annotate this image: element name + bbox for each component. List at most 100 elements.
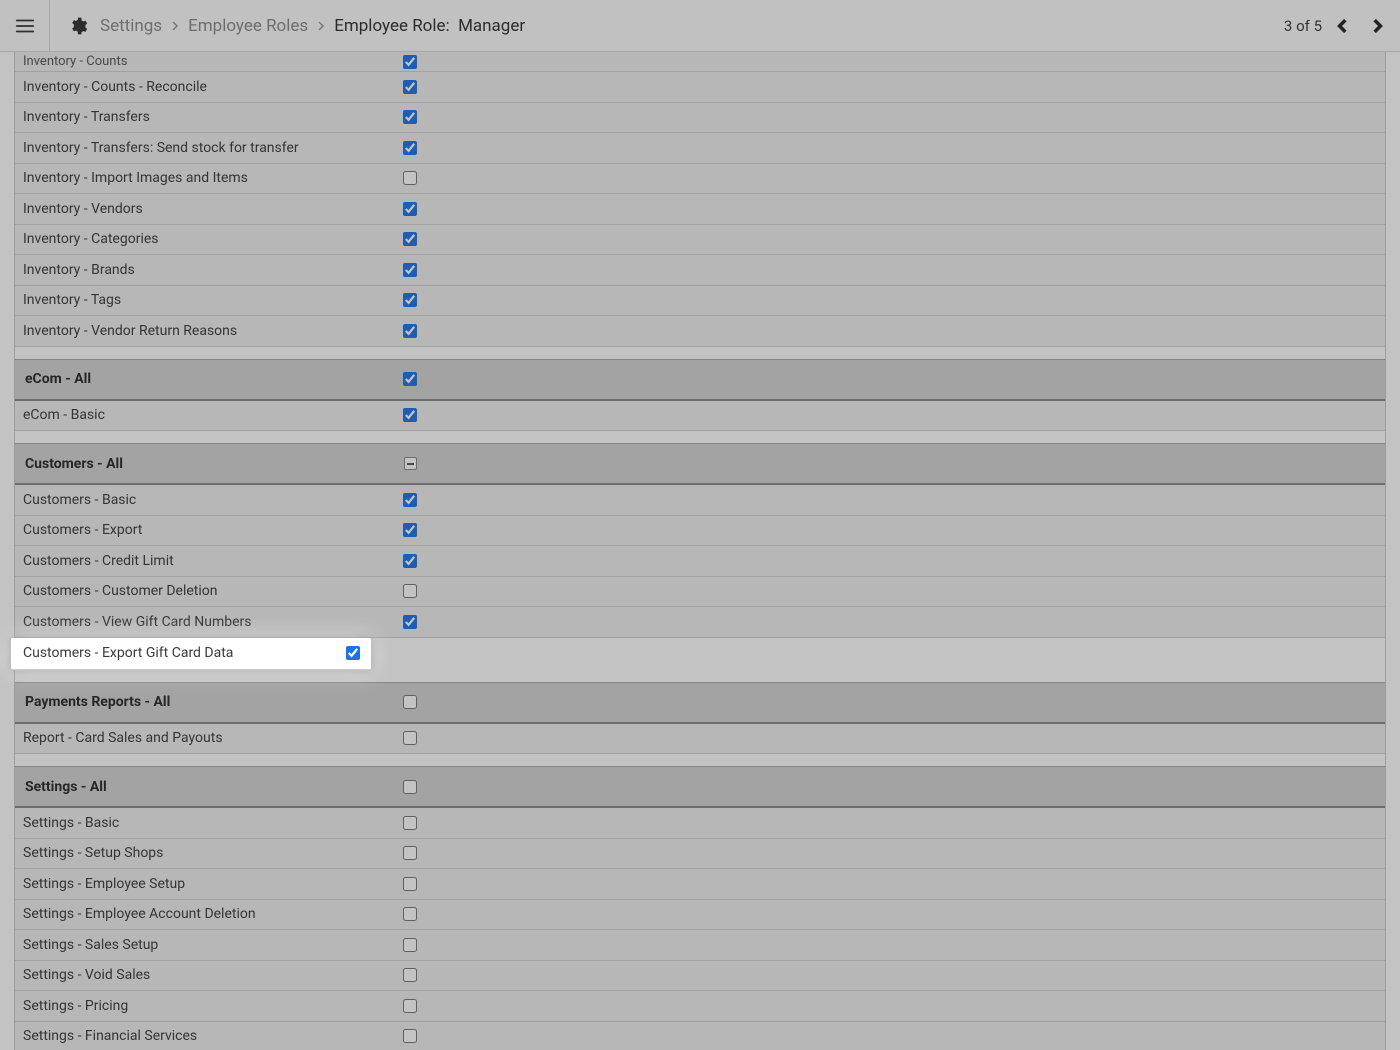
permission-row: Settings - Sales Setup [15,930,1385,961]
permission-row: Inventory - Counts - Reconcile [15,72,1385,103]
permission-row: Settings - Basic [15,808,1385,839]
permission-row: Customers - Credit Limit [15,546,1385,577]
permission-checkbox[interactable] [403,907,417,921]
permission-category-header: Customers - All [15,443,1385,485]
permission-category-header: Payments Reports - All [15,682,1385,724]
permission-category-header: Settings - All [15,766,1385,808]
permission-label: Inventory - Vendor Return Reasons [15,323,335,339]
permission-row: Settings - Pricing [15,991,1385,1022]
permission-row: Customers - View Gift Card Numbers [15,607,1385,638]
permissions-panel: Inventory - Counts Inventory - Counts - R… [0,52,1400,1050]
permission-label: Customers - Basic [15,492,335,508]
permission-label: Settings - Void Sales [15,967,335,983]
hamburger-icon [14,15,36,37]
breadcrumb-roles[interactable]: Employee Roles [188,16,308,36]
permission-row: Inventory - Vendors [15,194,1385,225]
pager-next-button[interactable] [1364,13,1390,39]
permission-label: Customers - View Gift Card Numbers [15,614,335,630]
permission-checkbox[interactable] [403,615,417,629]
permission-row: Inventory - Categories [15,225,1385,256]
permission-row: Customers - Export [15,516,1385,547]
menu-button[interactable] [0,0,50,52]
permission-checkbox[interactable] [403,523,417,537]
breadcrumb-current-value: Manager [458,16,525,36]
permission-checkbox[interactable] [403,999,417,1013]
permission-checkbox[interactable] [403,324,417,338]
permission-checkbox[interactable] [403,141,417,155]
permission-row: Customers - Export Gift Card Data [11,638,371,670]
permission-checkbox[interactable] [403,408,417,422]
permission-category-label: eCom - All [15,371,335,387]
chevron-right-icon [170,16,180,36]
permission-label: Inventory - Categories [15,231,335,247]
permission-checkbox[interactable] [403,554,417,568]
permission-checkbox[interactable] [403,1029,417,1043]
permission-category-label: Customers - All [15,456,335,472]
record-pager: 3 of 5 [1284,13,1390,39]
permission-label: Inventory - Transfers: Send stock for tr… [15,140,335,156]
gear-icon [68,16,88,36]
permission-row: Customers - Basic [15,485,1385,516]
permission-label: Inventory - Brands [15,262,335,278]
permission-checkbox[interactable] [403,584,417,598]
permission-row: Inventory - Import Images and Items [15,164,1385,195]
page-header: Settings Employee Roles Employee Role: M… [0,0,1400,52]
permission-checkbox[interactable] [403,202,417,216]
permission-checkbox[interactable] [403,232,417,246]
permission-label: Settings - Employee Setup [15,876,335,892]
chevron-left-icon [1336,19,1350,33]
permission-checkbox[interactable] [403,80,417,94]
breadcrumb-settings[interactable]: Settings [100,16,162,36]
permission-label: Settings - Pricing [15,998,335,1014]
permission-category-label: Payments Reports - All [15,694,335,710]
permission-checkbox[interactable] [403,171,417,185]
breadcrumb-current: Employee Role: Manager [334,16,525,36]
permission-row: Inventory - Transfers [15,103,1385,134]
permission-label: Settings - Setup Shops [15,845,335,861]
permission-row: eCom - Basic [15,401,1385,432]
permission-row: Settings - Financial Services [15,1022,1385,1050]
permission-label: Inventory - Counts - Reconcile [15,79,335,95]
permission-checkbox[interactable] [403,55,417,69]
permission-label: Inventory - Vendors [15,201,335,217]
permission-checkbox[interactable] [346,646,360,660]
permission-checkbox[interactable] [403,493,417,507]
permission-label: Settings - Sales Setup [15,937,335,953]
chevron-right-icon [316,16,326,36]
permission-category-label: Settings - All [15,779,335,795]
permission-checkbox[interactable] [403,938,417,952]
breadcrumb-current-prefix: Employee Role: [334,16,449,36]
pager-prev-button[interactable] [1330,13,1356,39]
permission-checkbox[interactable] [403,846,417,860]
permission-label: Customers - Customer Deletion [15,583,335,599]
permission-checkbox[interactable] [403,731,417,745]
permission-category-checkbox[interactable] [403,780,417,794]
chevron-right-icon [1370,19,1384,33]
permission-label: Settings - Employee Account Deletion [15,906,335,922]
permission-category-checkbox[interactable] [403,372,417,386]
permission-row: Inventory - Brands [15,255,1385,286]
permission-label: Customers - Credit Limit [15,553,335,569]
permission-checkbox[interactable] [403,877,417,891]
permission-label: Settings - Financial Services [15,1028,335,1044]
permission-row: Inventory - Transfers: Send stock for tr… [15,133,1385,164]
permission-checkbox[interactable] [403,263,417,277]
permission-category-checkbox[interactable] [404,457,417,470]
permission-label: Customers - Export [15,522,335,538]
permission-row: Settings - Void Sales [15,961,1385,992]
pager-text: 3 of 5 [1284,17,1322,35]
permission-row: Report - Card Sales and Payouts [15,724,1385,755]
permission-category-header: eCom - All [15,359,1385,401]
permission-checkbox[interactable] [403,968,417,982]
settings-icon-wrap [58,16,98,36]
permission-checkbox[interactable] [403,816,417,830]
permission-row: Inventory - Vendor Return Reasons [15,316,1385,347]
permission-label: Inventory - Transfers [15,109,335,125]
permission-checkbox[interactable] [403,110,417,124]
permission-checkbox[interactable] [403,293,417,307]
permission-row: Settings - Setup Shops [15,839,1385,870]
permission-label: Report - Card Sales and Payouts [15,730,335,746]
permission-label: Customers - Export Gift Card Data [15,645,335,661]
permission-label: Inventory - Counts [15,57,335,67]
permission-category-checkbox[interactable] [403,695,417,709]
